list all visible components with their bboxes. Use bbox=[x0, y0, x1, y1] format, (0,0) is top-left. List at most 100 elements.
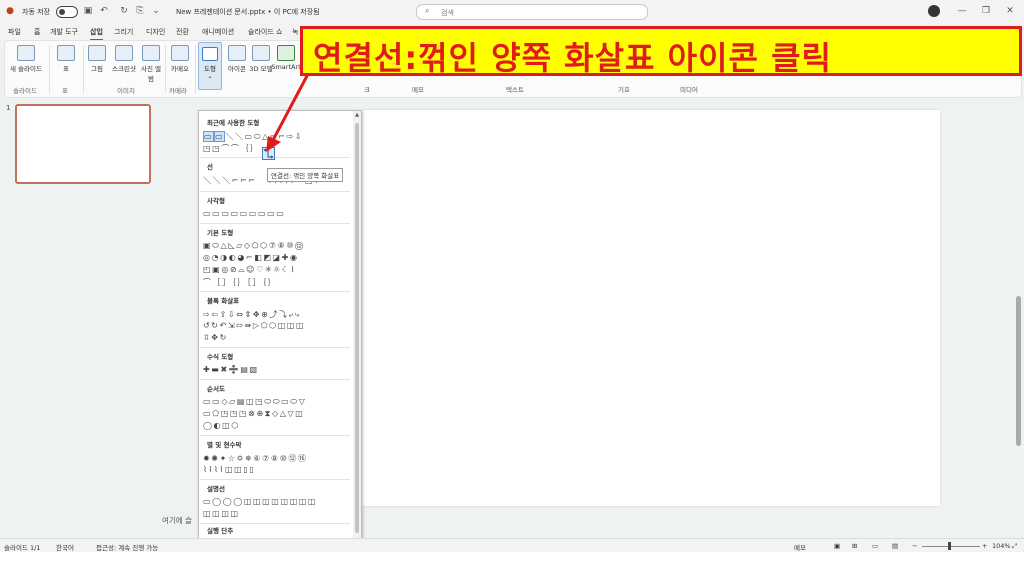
screenshot-button[interactable]: 스크린샷 bbox=[109, 45, 139, 73]
flowchart-row[interactable]: ▭⬠◳◳◳⊗⊕⧗◇△▽◫ bbox=[203, 409, 304, 419]
section-equation-shapes: 수식 도형 bbox=[207, 353, 234, 361]
slideshow-view-icon[interactable]: ▤ bbox=[892, 542, 898, 550]
normal-view-icon[interactable]: ▣ bbox=[834, 542, 840, 550]
new-slide-button[interactable]: 새 슬라이드 bbox=[9, 45, 43, 73]
table-button[interactable]: 표 bbox=[53, 45, 79, 73]
notes-placeholder[interactable]: 여기에 슬 bbox=[162, 515, 192, 526]
group-separator bbox=[195, 45, 196, 93]
quick-access-icon[interactable]: ⎘ bbox=[134, 5, 146, 17]
recent-shapes-row[interactable]: ▭ ▭＼＼▭⬭△⌐⌐⇨⇩ bbox=[203, 131, 303, 142]
cameo-button[interactable]: 카메오 bbox=[167, 45, 193, 73]
section-divider bbox=[200, 435, 350, 436]
scrollbar-thumb[interactable] bbox=[1016, 296, 1021, 446]
zoom-slider-handle[interactable] bbox=[948, 542, 951, 550]
block-arrows-row[interactable]: ⇳✥↻ bbox=[203, 333, 228, 342]
zoom-slider[interactable] bbox=[922, 546, 980, 547]
callout-text: 연결선:꺾인 양쪽 화살표 아이콘 클릭 bbox=[313, 39, 832, 77]
vertical-scrollbar[interactable] bbox=[1015, 96, 1022, 536]
recent-shapes-row[interactable]: ◳◳⌒⌒｛｝ bbox=[203, 143, 260, 154]
equation-shapes-row[interactable]: ✚▬✖➗▤▧ bbox=[203, 365, 259, 374]
camera-icon bbox=[171, 45, 189, 61]
tab-insert[interactable]: 삽입 bbox=[90, 27, 103, 41]
slide-number: 1 bbox=[6, 104, 11, 112]
search-box[interactable]: ⌕ 검색 bbox=[416, 4, 648, 20]
tab-draw[interactable]: 그리기 bbox=[114, 27, 133, 37]
basic-shapes-row[interactable]: ◎◔◑◐◕⌐◧◩◪✚◉ bbox=[203, 253, 299, 262]
photo-album-button[interactable]: 사진 앨범 bbox=[139, 45, 163, 83]
dropdown-scrollbar-thumb[interactable] bbox=[355, 123, 359, 533]
autosave-toggle[interactable] bbox=[56, 6, 78, 18]
slide-sorter-icon[interactable]: ⊞ bbox=[852, 542, 857, 550]
section-divider bbox=[200, 191, 350, 192]
stars-banners-row[interactable]: ✹✺✦☆✡✵⑥⑦⑧⑩⑫⑯ bbox=[203, 453, 308, 464]
section-block-arrows: 블록 화살표 bbox=[207, 297, 240, 305]
icons-icon bbox=[228, 45, 246, 61]
picture-icon bbox=[88, 45, 106, 61]
ribbon-group-labels: 크 메모 텍스트 기호 미디어 bbox=[364, 84, 1020, 94]
zoom-level[interactable]: 104% bbox=[992, 542, 1011, 550]
picture-button[interactable]: 그림 bbox=[85, 45, 109, 73]
tab-home[interactable]: 홈 bbox=[34, 27, 40, 37]
undo-icon[interactable]: ↶ bbox=[98, 5, 110, 17]
instruction-callout: 연결선:꺾인 양쪽 화살표 아이콘 클릭 bbox=[300, 26, 1022, 77]
3d-model-button[interactable]: 3D 모델 bbox=[249, 45, 273, 73]
3d-model-label: 3D 모델 bbox=[249, 65, 273, 73]
section-divider bbox=[200, 157, 350, 158]
zoom-out-icon[interactable]: − bbox=[912, 542, 917, 550]
photo-album-label: 사진 앨범 bbox=[140, 65, 161, 83]
group-label-table: 표 bbox=[62, 87, 68, 95]
slide-count: 슬라이드 1/1 bbox=[4, 544, 41, 552]
tab-design[interactable]: 디자인 bbox=[146, 27, 165, 37]
accessibility-status[interactable]: 접근성: 계속 진행 가능 bbox=[96, 542, 158, 552]
screenshot-label: 스크린샷 bbox=[112, 65, 136, 73]
smartart-icon bbox=[277, 45, 295, 61]
tab-developer[interactable]: 개발 도구 bbox=[50, 27, 78, 37]
section-divider bbox=[200, 479, 350, 480]
tab-animations[interactable]: 애니메이션 bbox=[202, 27, 234, 37]
group-label-text: 텍스트 bbox=[506, 86, 524, 94]
tab-record[interactable]: 녹 bbox=[292, 27, 298, 37]
restore-icon[interactable]: ❐ bbox=[980, 5, 992, 17]
picture-label: 그림 bbox=[91, 65, 103, 73]
section-divider bbox=[200, 223, 350, 224]
basic-shapes-row[interactable]: ◰▣◎⊘⌓☺♡✳☼☾⌇ bbox=[203, 265, 296, 275]
smartart-button[interactable]: SmartArt bbox=[271, 45, 301, 71]
language-indicator[interactable]: 한국어 bbox=[56, 542, 74, 552]
block-arrows-row[interactable]: ↺↻↶⇲⇰⇛▷⬠⬡◫◫◫ bbox=[203, 321, 305, 330]
rectangles-row[interactable]: ▭▭▭▭▭▭▭▭▭ bbox=[203, 209, 285, 218]
icons-button[interactable]: 아이콘 bbox=[223, 45, 251, 73]
stars-banners-row[interactable]: ⌇⌇⌇⌇◫◫▯▯ bbox=[203, 465, 255, 474]
screenshot-icon bbox=[115, 45, 133, 61]
callouts-row[interactable]: ◫◫◫◫ bbox=[203, 509, 240, 518]
minimize-icon[interactable]: — bbox=[956, 5, 968, 17]
connector-elbow-double-arrow-icon[interactable] bbox=[262, 147, 275, 160]
zoom-in-icon[interactable]: + bbox=[982, 542, 987, 550]
basic-shapes-row[interactable]: ▣⬭△◺▱◇⬠⬡⑦⑧⑩⑫ bbox=[203, 241, 305, 251]
customize-toolbar-icon[interactable]: ⌄ bbox=[150, 5, 162, 17]
block-arrows-row[interactable]: ⇨⇦⇧⇩⇔⇕✥⊕⤴⤵⤶⤷ bbox=[203, 309, 301, 320]
group-label-comments: 메모 bbox=[412, 86, 424, 94]
reading-view-icon[interactable]: ▭ bbox=[872, 542, 878, 550]
tab-file[interactable]: 파일 bbox=[8, 27, 21, 37]
close-icon[interactable]: ✕ bbox=[1004, 5, 1016, 17]
new-slide-icon bbox=[17, 45, 35, 61]
flowchart-row[interactable]: ◯◐◫⬡ bbox=[203, 421, 240, 430]
basic-shapes-row[interactable]: ⌒［］｛｝［］｛｝ bbox=[203, 277, 277, 288]
scroll-up-icon[interactable]: ▲ bbox=[353, 112, 361, 118]
save-icon[interactable]: ▣ bbox=[82, 5, 94, 17]
table-icon bbox=[57, 45, 75, 61]
tab-slideshow[interactable]: 슬라이드 쇼 bbox=[248, 27, 282, 37]
shapes-button[interactable]: 도형 ⌄ bbox=[198, 42, 222, 90]
slide-thumbnail[interactable] bbox=[15, 104, 151, 184]
section-callouts: 설명선 bbox=[207, 485, 225, 493]
account-avatar[interactable] bbox=[928, 5, 940, 17]
flowchart-row[interactable]: ▭▭◇▱▤◫◳⬭⬭▭⬭▽ bbox=[203, 397, 307, 407]
tab-transitions[interactable]: 전환 bbox=[176, 27, 189, 37]
dropdown-scrollbar[interactable]: ▲ ▼ bbox=[353, 111, 361, 549]
callouts-row[interactable]: ▭◯◯◯◫◫◫◫◫◫◫◫ bbox=[203, 497, 317, 506]
fit-slide-icon[interactable]: ⤢ bbox=[1012, 542, 1017, 551]
section-rectangles: 사각형 bbox=[207, 197, 225, 205]
notes-button[interactable]: 메모 bbox=[794, 542, 806, 552]
slide-canvas[interactable] bbox=[362, 110, 940, 506]
redo-icon[interactable]: ↻ bbox=[118, 5, 130, 17]
